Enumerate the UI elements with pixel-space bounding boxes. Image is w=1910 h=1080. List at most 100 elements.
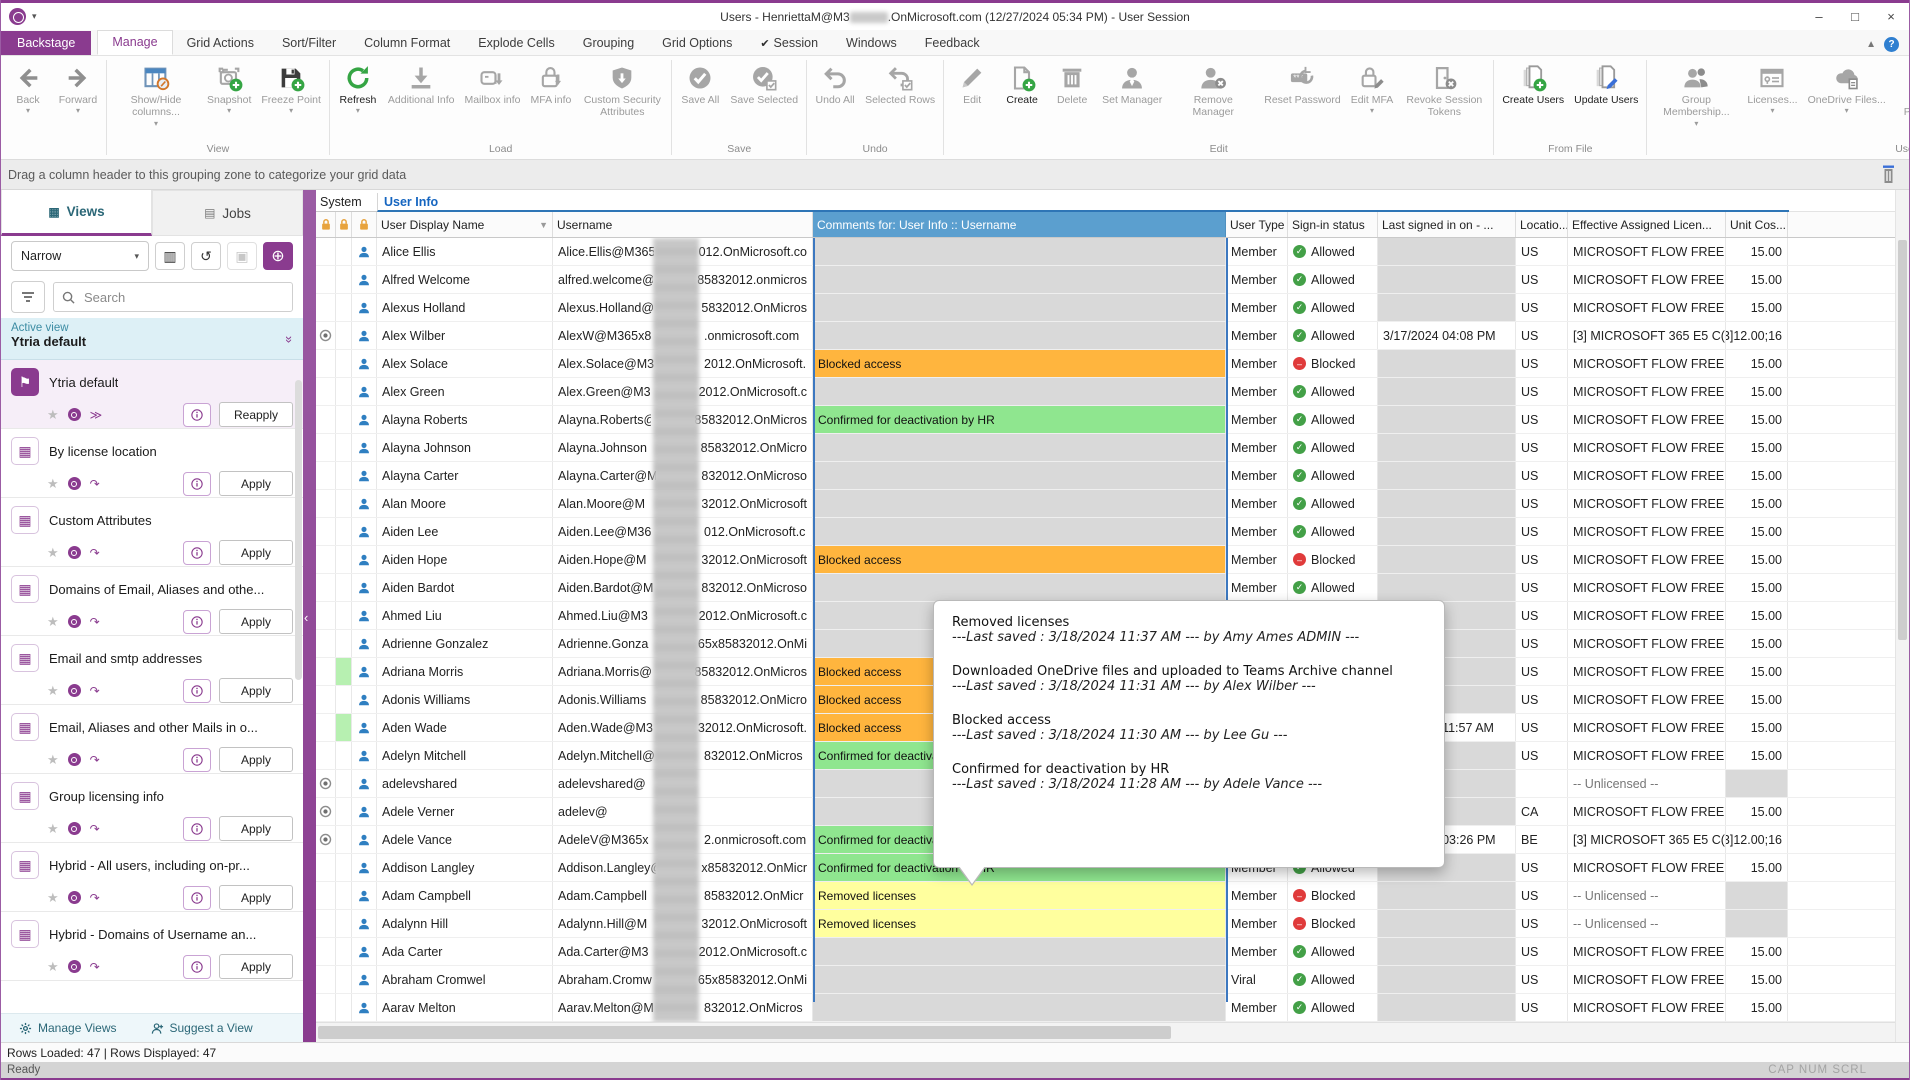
comment-cell[interactable]: Removed licenses bbox=[813, 910, 1226, 937]
mailbox-info-button[interactable]: Mailbox info bbox=[459, 58, 525, 116]
apply-view-button[interactable]: Apply bbox=[219, 609, 293, 634]
ribbon-tab-explode-cells[interactable]: Explode Cells bbox=[464, 32, 568, 55]
tab-views[interactable]: ▦Views bbox=[1, 190, 152, 236]
view-item-email-and-smtp-addresses[interactable]: ▦Email and smtp addresses★↷Apply bbox=[1, 636, 303, 705]
add-view-button[interactable]: ⊕ bbox=[263, 242, 293, 270]
comment-cell[interactable] bbox=[813, 378, 1226, 405]
sidebar-collapse-strip[interactable]: ‹ bbox=[303, 190, 316, 1042]
reapply-view-button[interactable]: Reapply bbox=[219, 402, 293, 427]
comment-cell[interactable] bbox=[813, 574, 1226, 601]
comment-cell[interactable] bbox=[813, 462, 1226, 489]
edit-columns-button[interactable]: ▥ bbox=[155, 242, 185, 270]
suggest-view-link[interactable]: Suggest a View bbox=[151, 1021, 253, 1035]
revoke-session-tokens-button[interactable]: Revoke Session Tokens bbox=[1398, 58, 1490, 129]
ribbon-tab-grouping[interactable]: Grouping bbox=[569, 32, 648, 55]
ribbon-tab-manage[interactable]: Manage bbox=[97, 30, 172, 55]
mfa-info-button[interactable]: MFA info bbox=[526, 58, 577, 116]
sidebar-scrollbar[interactable] bbox=[295, 380, 302, 680]
view-info-button[interactable] bbox=[183, 610, 211, 634]
refresh-button[interactable]: Refresh▾ bbox=[333, 58, 383, 116]
comment-cell[interactable]: Confirmed for deactivation by HR bbox=[813, 406, 1226, 433]
snapshot-button[interactable]: Snapshot▾ bbox=[202, 58, 256, 116]
maximize-button[interactable]: □ bbox=[1837, 3, 1873, 30]
table-row[interactable]: Alex WilberAlexW@M365x8.onmicrosoft.comM… bbox=[316, 322, 1895, 350]
grouping-zone[interactable]: Drag a column header to this grouping zo… bbox=[1, 160, 1909, 190]
filter-views-button[interactable] bbox=[11, 281, 45, 313]
apply-view-button[interactable]: Apply bbox=[219, 954, 293, 979]
apply-view-button[interactable]: Apply bbox=[219, 471, 293, 496]
vertical-scrollbar[interactable] bbox=[1895, 190, 1909, 1042]
apply-view-button[interactable]: Apply bbox=[219, 747, 293, 772]
column-header-last-signed-in[interactable]: Last signed in on - ... bbox=[1378, 212, 1516, 237]
view-info-button[interactable] bbox=[183, 679, 211, 703]
comment-cell[interactable] bbox=[813, 322, 1226, 349]
onedrive-files-button[interactable]: OneDrive Files...▾ bbox=[1803, 58, 1891, 116]
ribbon-tab-grid-options[interactable]: Grid Options bbox=[648, 32, 746, 55]
table-row[interactable]: Alayna RobertsAlayna.Roberts@85832012.On… bbox=[316, 406, 1895, 434]
undo-all-button[interactable]: Undo All bbox=[810, 58, 860, 116]
additional-info-button[interactable]: Additional Info bbox=[383, 58, 460, 116]
column-header-comments[interactable]: Comments for: User Info :: Username bbox=[813, 212, 1226, 237]
view-item-email-aliases-and-other-mails-in-o[interactable]: ▦Email, Aliases and other Mails in o...★… bbox=[1, 705, 303, 774]
licenses-button[interactable]: Licenses...▾ bbox=[1742, 58, 1802, 116]
table-row[interactable]: Alayna CarterAlayna.Carter@M832012.OnMic… bbox=[316, 462, 1895, 490]
table-row[interactable]: Alayna JohnsonAlayna.Johnson85832012.OnM… bbox=[316, 434, 1895, 462]
remove-manager-button[interactable]: Remove Manager bbox=[1167, 58, 1259, 129]
column-header-effective-licenses[interactable]: Effective Assigned Licen... bbox=[1568, 212, 1726, 237]
favorite-star-icon[interactable]: ★ bbox=[47, 821, 59, 837]
horizontal-scrollbar[interactable] bbox=[316, 1022, 1895, 1042]
filter-funnel-icon[interactable]: ▼ bbox=[539, 220, 548, 230]
table-row[interactable]: Alice EllisAlice.Ellis@M365012.OnMicroso… bbox=[316, 238, 1895, 266]
manage-views-link[interactable]: Manage Views bbox=[19, 1021, 117, 1035]
minimize-button[interactable]: – bbox=[1801, 3, 1837, 30]
apply-view-button[interactable]: Apply bbox=[219, 678, 293, 703]
edit-button[interactable]: Edit bbox=[947, 58, 997, 116]
ribbon-tab-grid-actions[interactable]: Grid Actions bbox=[173, 32, 268, 55]
ribbon-tab-column-format[interactable]: Column Format bbox=[350, 32, 464, 55]
edit-mfa-button[interactable]: Edit MFA▾ bbox=[1346, 58, 1399, 116]
column-header-signin-status[interactable]: Sign-in status bbox=[1288, 212, 1378, 237]
comment-cell[interactable] bbox=[813, 518, 1226, 545]
comment-cell[interactable] bbox=[813, 938, 1226, 965]
column-header-unit-cost[interactable]: Unit Cos... bbox=[1726, 212, 1788, 237]
apply-view-button[interactable]: Apply bbox=[219, 816, 293, 841]
comment-cell[interactable] bbox=[813, 266, 1226, 293]
reset-password-button[interactable]: ***Reset Password bbox=[1259, 58, 1345, 116]
save-all-button[interactable]: Save All bbox=[675, 58, 725, 116]
comment-cell[interactable] bbox=[813, 490, 1226, 517]
apply-view-button[interactable]: Apply bbox=[219, 885, 293, 910]
view-info-button[interactable] bbox=[183, 472, 211, 496]
view-info-button[interactable] bbox=[183, 403, 211, 427]
freeze-point-button[interactable]: Freeze Point▾ bbox=[256, 58, 326, 116]
view-item-by-license-location[interactable]: ▦By license location★↷Apply bbox=[1, 429, 303, 498]
favorite-star-icon[interactable]: ★ bbox=[47, 614, 59, 630]
comment-cell[interactable]: Removed licenses bbox=[813, 882, 1226, 909]
view-info-button[interactable] bbox=[183, 748, 211, 772]
comment-cell[interactable]: Blocked access bbox=[813, 546, 1226, 573]
create-users-button[interactable]: Create Users bbox=[1497, 58, 1569, 116]
help-icon[interactable]: ? bbox=[1884, 37, 1899, 52]
comment-cell[interactable] bbox=[813, 966, 1226, 993]
collapse-banner-icon[interactable]: » bbox=[282, 336, 297, 343]
table-row[interactable]: Abraham CromwelAbraham.Cromw65x85832012.… bbox=[316, 966, 1895, 994]
tab-jobs[interactable]: ▤Jobs bbox=[152, 190, 303, 236]
view-item-group-licensing-info[interactable]: ▦Group licensing info★↷Apply bbox=[1, 774, 303, 843]
column-header-user-display-name[interactable]: User Display Name▼ bbox=[377, 212, 553, 237]
view-item-ytria-default[interactable]: ⚑Ytria default★≫Reapply bbox=[1, 360, 303, 429]
ribbon-tab-sort-filter[interactable]: Sort/Filter bbox=[268, 32, 350, 55]
delete-button[interactable]: Delete bbox=[1047, 58, 1097, 116]
favorite-star-icon[interactable]: ★ bbox=[47, 959, 59, 975]
favorite-star-icon[interactable]: ★ bbox=[47, 545, 59, 561]
view-info-button[interactable] bbox=[183, 955, 211, 979]
search-input[interactable] bbox=[82, 289, 284, 306]
custom-security-attributes-button[interactable]: Custom Security Attributes bbox=[576, 58, 668, 129]
favorite-star-icon[interactable]: ★ bbox=[47, 476, 59, 492]
table-row[interactable]: Adalynn HillAdalynn.Hill@M32012.OnMicros… bbox=[316, 910, 1895, 938]
ribbon-tab-feedback[interactable]: Feedback bbox=[911, 32, 994, 55]
apply-view-button[interactable]: Apply bbox=[219, 540, 293, 565]
favorite-star-icon[interactable]: ★ bbox=[47, 407, 59, 423]
view-item-custom-attributes[interactable]: ▦Custom Attributes★↷Apply bbox=[1, 498, 303, 567]
view-info-button[interactable] bbox=[183, 886, 211, 910]
table-row[interactable]: Aiden LeeAiden.Lee@M36012.OnMicrosoft.cM… bbox=[316, 518, 1895, 546]
table-row[interactable]: Alan MooreAlan.Moore@M32012.OnMicrosoftM… bbox=[316, 490, 1895, 518]
